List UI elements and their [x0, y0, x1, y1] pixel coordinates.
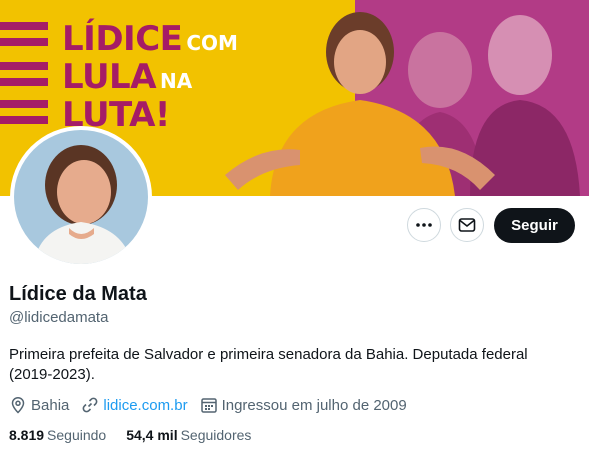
followers-label: Seguidores	[180, 427, 252, 443]
message-button[interactable]	[450, 208, 484, 242]
calendar-icon	[200, 398, 217, 413]
website-link[interactable]: lidice.com.br	[103, 397, 187, 414]
followers-count: 54,4 mil	[126, 427, 178, 443]
avatar[interactable]	[10, 126, 152, 268]
followers-stat[interactable]: 54,4 mil Seguidores	[126, 427, 251, 443]
location-pin-icon	[11, 397, 25, 414]
link-icon	[82, 397, 98, 413]
follow-button[interactable]: Seguir	[494, 208, 575, 243]
more-icon	[416, 223, 432, 227]
location-text: Bahia	[31, 396, 70, 414]
joined-text: Ingressou em julho de 2009	[221, 396, 407, 414]
profile-name: Lídice da Mata	[9, 283, 147, 305]
profile-bio: Primeira prefeita de Salvador e primeira…	[9, 346, 528, 383]
joined-date: Ingressou em julho de 2009	[200, 396, 407, 414]
following-label: Seguindo	[47, 427, 107, 443]
profile-stats: 8.819 Seguindo 54,4 mil Seguidores	[9, 427, 271, 443]
following-stat[interactable]: 8.819 Seguindo	[9, 427, 106, 443]
profile-meta: Bahia lidice.com.br Ingressou em julho d…	[9, 396, 419, 414]
envelope-icon	[458, 218, 476, 232]
more-options-button[interactable]	[407, 208, 441, 242]
avatar-photo	[14, 130, 148, 264]
location: Bahia	[9, 396, 69, 414]
following-count: 8.819	[9, 427, 45, 443]
profile-handle: @lidicedamata	[9, 309, 109, 326]
website[interactable]: lidice.com.br	[81, 396, 188, 414]
